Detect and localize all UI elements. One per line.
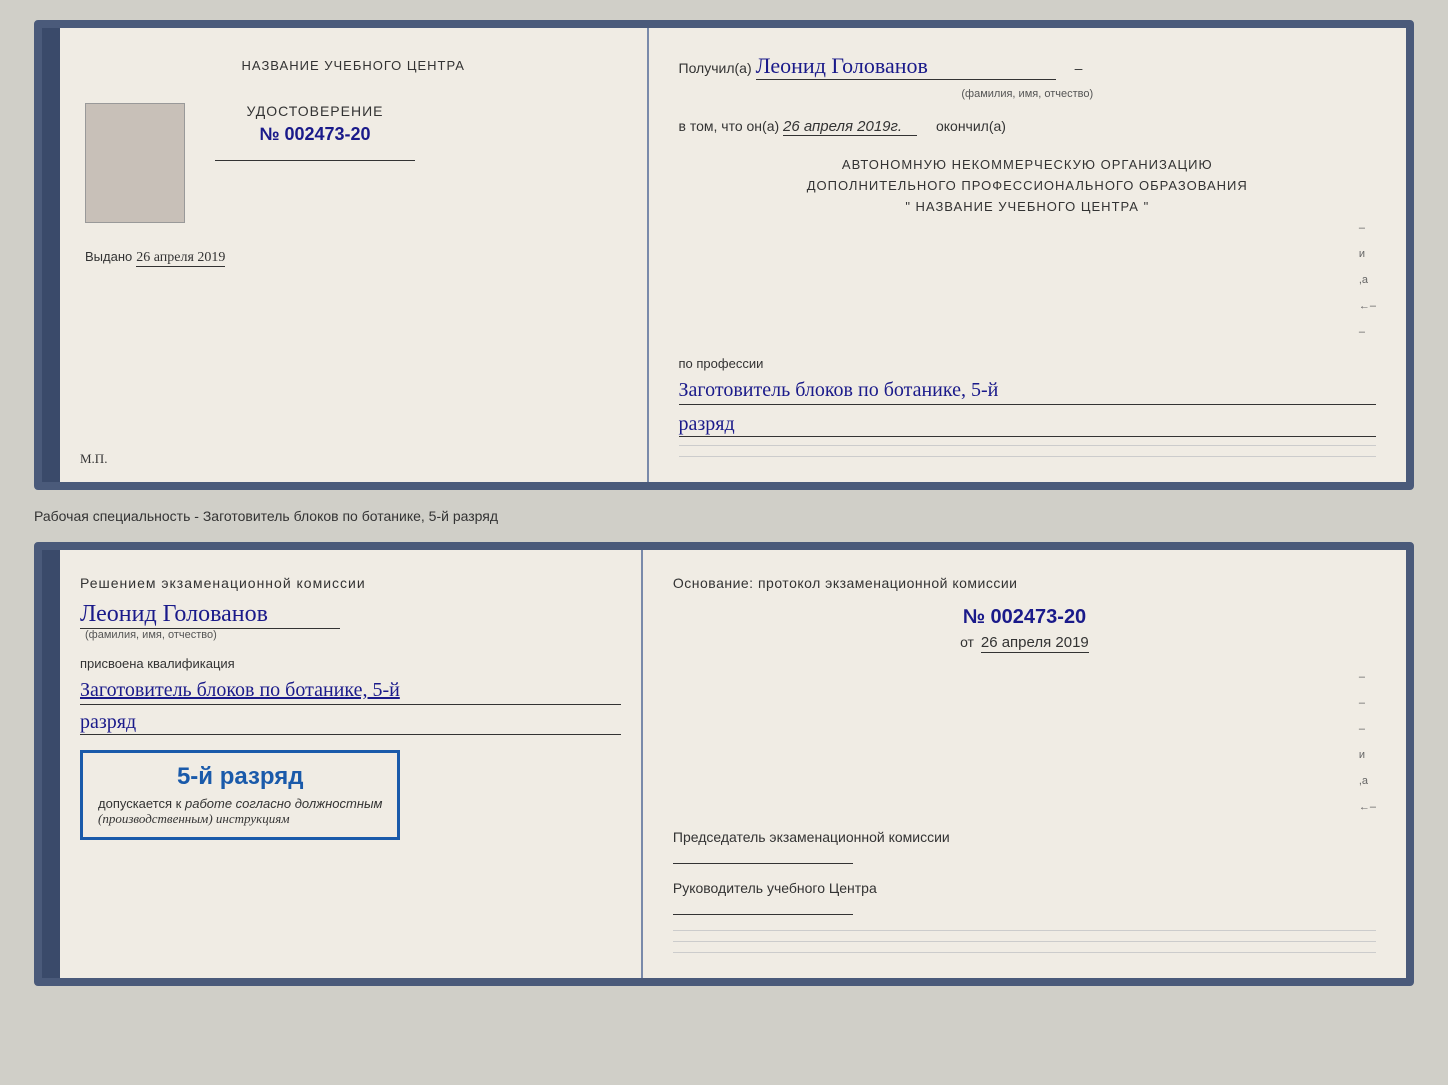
side-right-marks-2: – – – и ,а ←–	[673, 671, 1376, 813]
photo-placeholder	[85, 103, 185, 223]
mark-a-2: ,а	[1359, 775, 1376, 787]
mark-arrow: ←–	[1359, 300, 1376, 312]
fio-sub-2: (фамилия, имя, отчество)	[85, 629, 621, 641]
issued-row: Выдано 26 апреля 2019	[85, 248, 622, 266]
fio-sub-1: (фамилия, имя, отчество)	[679, 88, 1376, 100]
cert-number: № 002473-20	[215, 124, 415, 145]
line1	[679, 445, 1376, 446]
training-center-label-1: НАЗВАНИЕ УЧЕБНОГО ЦЕНТРА	[85, 58, 622, 73]
stamp-work: работе согласно должностным	[185, 796, 382, 811]
cert-block: УДОСТОВЕРЕНИЕ № 002473-20	[215, 103, 415, 176]
person-name: Леонид Голованов	[80, 601, 340, 629]
person-name-block: Леонид Голованов	[80, 601, 621, 629]
protocol-date-value: 26 апреля 2019	[981, 634, 1089, 653]
org-line2: ДОПОЛНИТЕЛЬНОГО ПРОФЕССИОНАЛЬНОГО ОБРАЗО…	[679, 176, 1376, 197]
trailing-line3	[673, 952, 1376, 953]
doc1-right-panel: Получил(а) Леонид Голованов – (фамилия, …	[649, 28, 1406, 482]
separator-label: Рабочая специальность - Заготовитель бло…	[34, 508, 1414, 524]
doc2-left-panel: Решением экзаменационной комиссии Леонид…	[60, 550, 643, 977]
trailing-dashes-2	[673, 930, 1376, 953]
side-right-marks: – и ,а ←– –	[679, 222, 1376, 338]
received-name: Леонид Голованов	[756, 53, 1056, 80]
chairman-label: Председатель экзаменационной комиссии	[673, 828, 1376, 848]
qualification-label: присвоена квалификация	[80, 656, 621, 671]
mark-dash-3: –	[1359, 671, 1376, 683]
director-signature-line	[673, 914, 853, 915]
doc1-spine	[42, 28, 60, 482]
date-prefix: в том, что он(а)	[679, 118, 780, 134]
doc2-spine	[42, 550, 60, 977]
completed-label: окончил(а)	[936, 118, 1006, 134]
org-line3: " НАЗВАНИЕ УЧЕБНОГО ЦЕНТРА "	[679, 197, 1376, 218]
date-row: в том, что он(а) 26 апреля 2019г. окончи…	[679, 118, 1376, 135]
basis-label: Основание: протокол экзаменационной коми…	[673, 575, 1376, 591]
trailing-dashes-1	[679, 445, 1376, 457]
profession-value: Заготовитель блоков по ботанике, 5-й	[679, 376, 1376, 405]
protocol-date-row: от 26 апреля 2019	[673, 634, 1376, 651]
trailing-line2	[673, 941, 1376, 942]
date-value: 26 апреля 2019г.	[783, 118, 917, 136]
mp-label: М.П.	[80, 451, 107, 467]
issued-label: Выдано	[85, 249, 132, 264]
received-row: Получил(а) Леонид Голованов –	[679, 53, 1376, 80]
trailing-line1	[673, 930, 1376, 931]
mark-dash-1: –	[1359, 222, 1376, 234]
stamp-instructions: (производственным) инструкциям	[98, 811, 382, 827]
org-block: АВТОНОМНУЮ НЕКОММЕРЧЕСКУЮ ОРГАНИЗАЦИЮ ДО…	[679, 155, 1376, 217]
protocol-number: № 002473-20	[673, 606, 1376, 629]
razryad-value-1: разряд	[679, 413, 1376, 437]
mark-dash-4: –	[1359, 697, 1376, 709]
razryad2: разряд	[80, 711, 621, 735]
mark-i-2: и	[1359, 749, 1376, 761]
document-2: Решением экзаменационной комиссии Леонид…	[34, 542, 1414, 985]
photo-cert-row: УДОСТОВЕРЕНИЕ № 002473-20	[85, 103, 622, 223]
line2	[679, 456, 1376, 457]
chairman-signature-line	[673, 863, 853, 864]
stamp-box: 5-й разряд допускается к работе согласно…	[80, 750, 400, 840]
director-label: Руководитель учебного Центра	[673, 879, 1376, 899]
doc1-left-panel: НАЗВАНИЕ УЧЕБНОГО ЦЕНТРА УДОСТОВЕРЕНИЕ №…	[60, 28, 649, 482]
stamp-main: 5-й разряд	[98, 763, 382, 791]
mark-dash-5: –	[1359, 723, 1376, 735]
mark-dash-2: –	[1359, 326, 1376, 338]
mark-arrow-2: ←–	[1359, 801, 1376, 813]
profession-label: по профессии	[679, 356, 1376, 371]
stamp-allowed: допускается к работе согласно должностны…	[98, 796, 382, 811]
received-prefix: Получил(а)	[679, 60, 752, 76]
cert-label: УДОСТОВЕРЕНИЕ	[215, 103, 415, 119]
dash-1: –	[1075, 60, 1083, 76]
doc2-right-panel: Основание: протокол экзаменационной коми…	[643, 550, 1406, 977]
mark-a: ,а	[1359, 274, 1376, 286]
date-prefix-2: от	[960, 634, 974, 650]
divider-line-1	[215, 160, 415, 161]
mark-i: и	[1359, 248, 1376, 260]
issued-date: 26 апреля 2019	[136, 250, 225, 267]
org-line1: АВТОНОМНУЮ НЕКОММЕРЧЕСКУЮ ОРГАНИЗАЦИЮ	[679, 155, 1376, 176]
document-1: НАЗВАНИЕ УЧЕБНОГО ЦЕНТРА УДОСТОВЕРЕНИЕ №…	[34, 20, 1414, 490]
decision-title: Решением экзаменационной комиссии	[80, 575, 621, 591]
stamp-allowed-text: допускается к	[98, 796, 181, 811]
qualification-value: Заготовитель блоков по ботанике, 5-й	[80, 676, 621, 705]
